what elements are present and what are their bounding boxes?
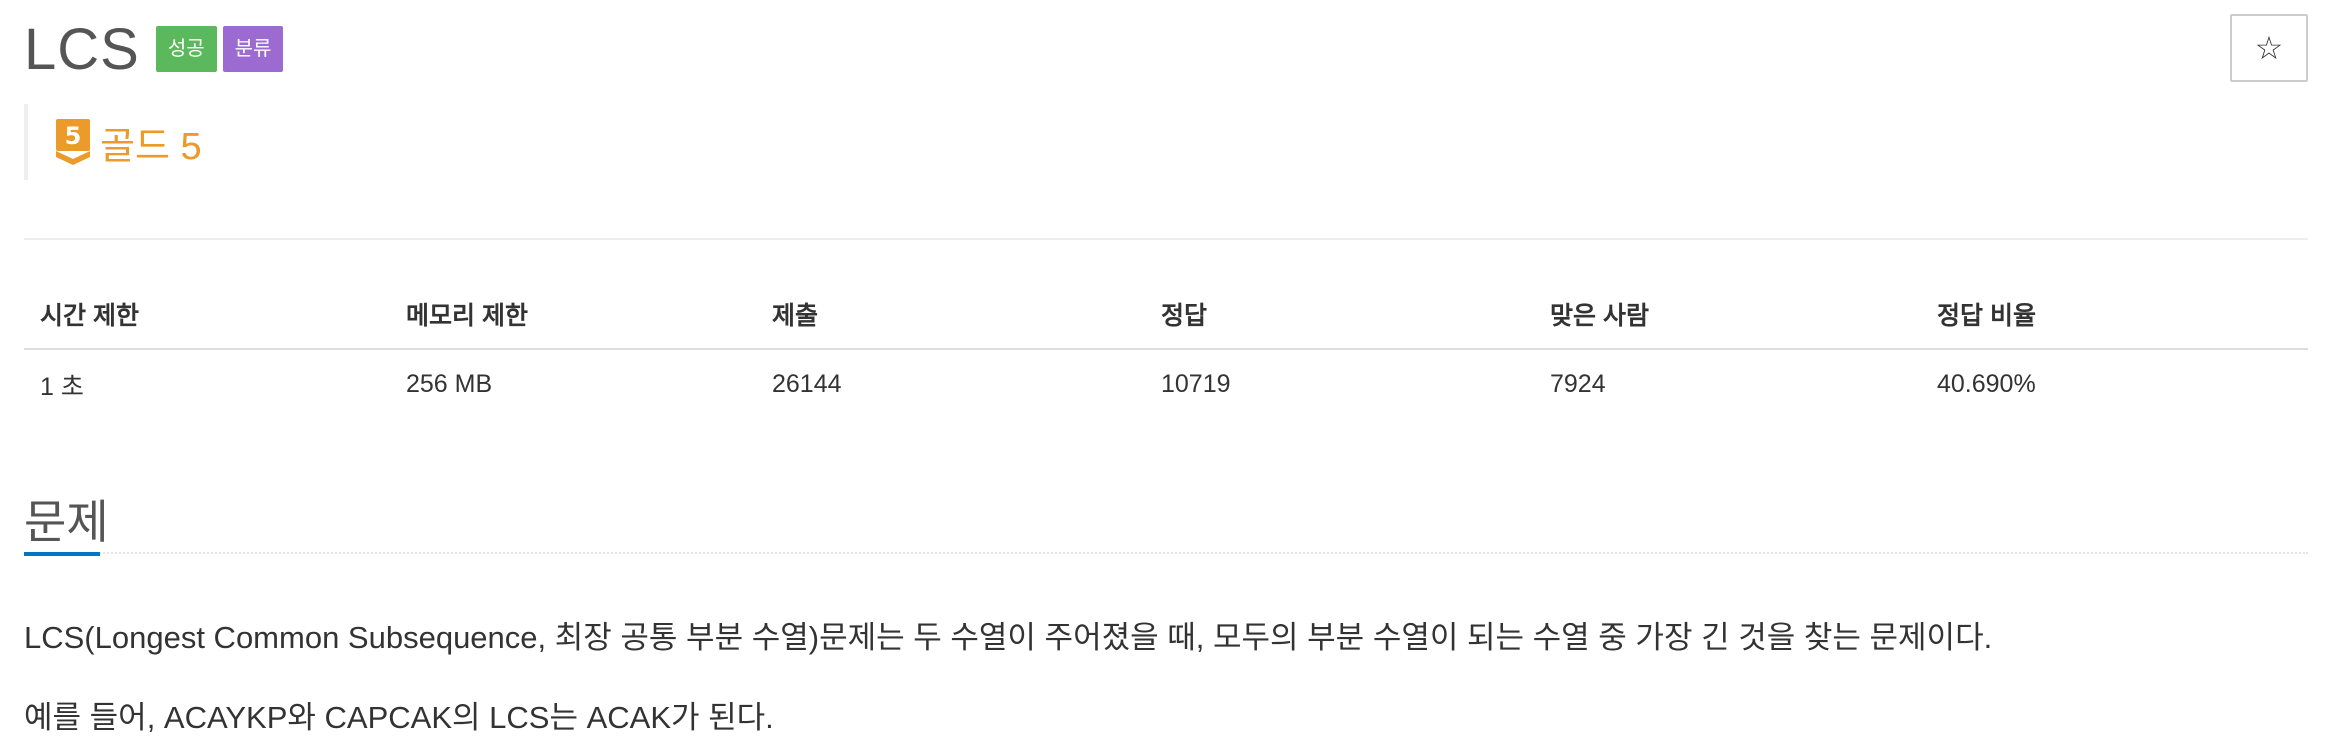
header-submissions: 제출 — [756, 280, 1145, 350]
value-solved-users[interactable]: 7924 — [1534, 349, 1921, 419]
value-memory-limit: 256 MB — [406, 370, 493, 398]
value-submissions[interactable]: 26144 — [756, 349, 1145, 419]
header-accept-ratio: 정답 비율 — [1921, 280, 2308, 350]
header-accepted: 정답 — [1145, 280, 1534, 350]
success-badge[interactable]: 성공 — [155, 26, 217, 72]
problem-section-header: 문제 — [24, 478, 2308, 558]
star-icon: ☆ — [2254, 30, 2284, 66]
header-memory-limit: 메모리 제한 — [390, 280, 756, 350]
tier-gold-icon: 5 — [56, 119, 90, 165]
section-dotted-line — [24, 552, 2308, 554]
divider — [24, 238, 2308, 240]
problem-info-table: 시간 제한 메모리 제한 제출 정답 맞은 사람 정답 비율 1 초 256 M… — [24, 280, 2308, 419]
header-solved-users: 맞은 사람 — [1534, 280, 1921, 350]
info-value-row: 1 초 256 MB 26144 10719 7924 40.690% — [24, 349, 2308, 419]
tier-label: 골드 5 — [100, 125, 202, 168]
header-time-limit: 시간 제한 — [24, 280, 390, 350]
value-accept-ratio: 40.690% — [1937, 370, 2036, 398]
problem-description-paragraph: LCS(Longest Common Subsequence, 최장 공통 부분… — [24, 620, 1993, 655]
info-header-row: 시간 제한 메모리 제한 제출 정답 맞은 사람 정답 비율 — [24, 280, 2308, 350]
problem-page: LCS 성공 분류 ☆ 5 골드 5 시간 제한 메모리 제한 제출 정답 맞은… — [0, 0, 2332, 750]
title-row: LCS 성공 분류 — [24, 14, 284, 84]
tier-box: 5 골드 5 — [24, 104, 624, 180]
value-accepted[interactable]: 10719 — [1145, 349, 1534, 419]
problem-example-paragraph: 예를 들어, ACAYKP와 CAPCAK의 LCS는 ACAK가 된다. — [24, 700, 774, 735]
favorite-star-button[interactable]: ☆ — [2230, 14, 2308, 82]
problem-title: LCS — [24, 16, 140, 82]
value-time-limit: 1 초 — [40, 372, 84, 401]
section-title: 문제 — [24, 496, 109, 548]
category-badge[interactable]: 분류 — [222, 26, 284, 72]
section-title-underline — [24, 552, 100, 556]
tier-icon-number: 5 — [65, 122, 82, 150]
